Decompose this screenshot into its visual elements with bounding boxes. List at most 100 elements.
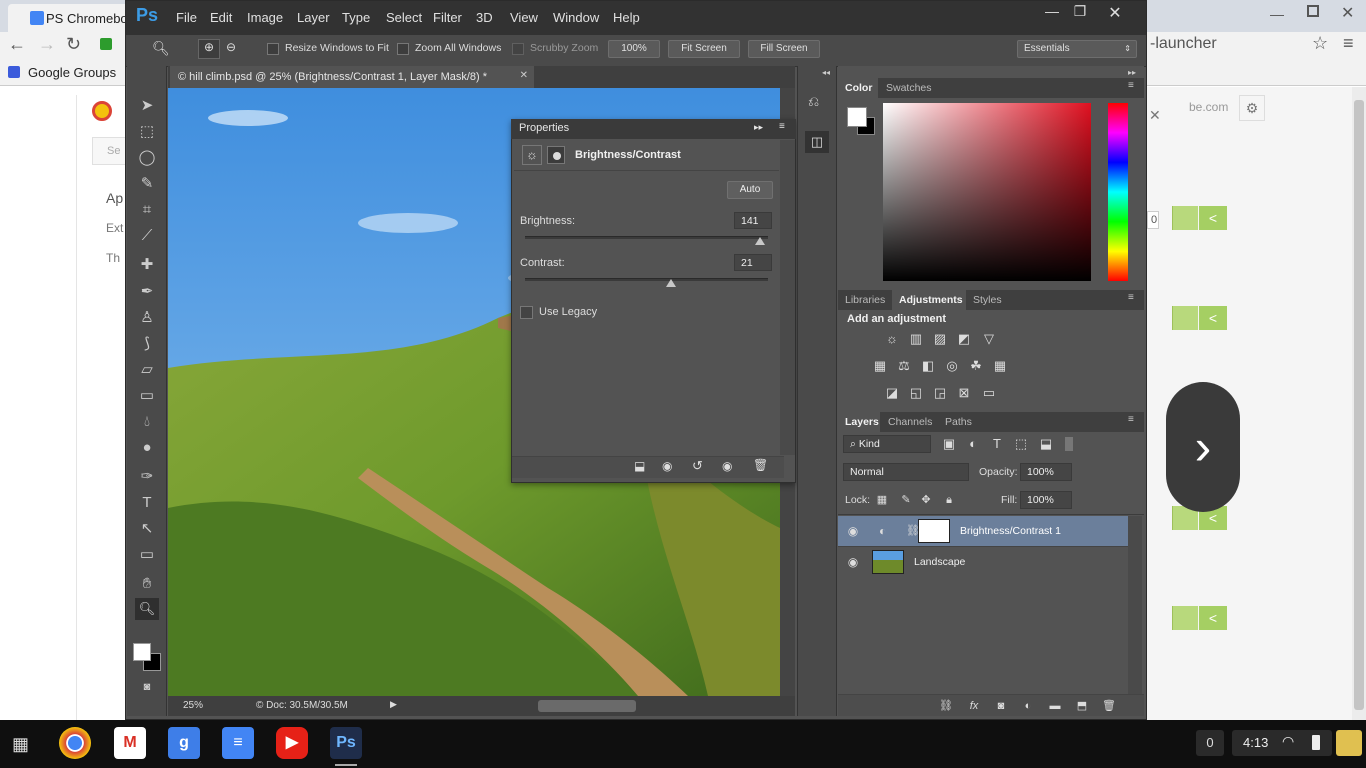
visibility-icon[interactable]: ◉ — [722, 459, 732, 473]
gradient-map-adj-icon[interactable]: ▭ — [980, 384, 998, 402]
page-item-1[interactable]: Ext — [106, 221, 123, 235]
tab-adjustments[interactable]: Adjustments — [899, 294, 963, 306]
menu-filter[interactable]: Filter — [433, 10, 462, 25]
docs-app-icon[interactable]: ≡ — [222, 727, 254, 759]
history-icon[interactable]: ⎌ — [808, 93, 819, 110]
panel-menu-icon[interactable]: ≡ — [1128, 292, 1134, 303]
close-icon[interactable]: ✕ — [520, 70, 528, 81]
eye-icon[interactable]: ◉ — [845, 523, 861, 539]
pen-tool-icon[interactable]: ✑ — [136, 466, 158, 488]
vibrance-adj-icon[interactable]: ▽ — [980, 330, 998, 348]
settings-gear-icon[interactable]: ⚙ — [1239, 95, 1265, 121]
share-icon[interactable]: < — [1199, 206, 1227, 230]
link-layers-icon[interactable]: ⛓︎ — [937, 697, 955, 715]
posterize-adj-icon[interactable]: ◱ — [907, 384, 925, 402]
layers-scrollbar[interactable] — [1128, 516, 1142, 694]
gmail-app-icon[interactable]: M — [114, 727, 146, 759]
new-layer-icon[interactable]: ⬒ — [1073, 697, 1091, 715]
menu-layer[interactable]: Layer — [297, 10, 330, 25]
layer-name[interactable]: Brightness/Contrast 1 — [960, 525, 1061, 537]
brightness-adj-icon[interactable]: ☼ — [883, 330, 901, 348]
menu-image[interactable]: Image — [247, 10, 283, 25]
tab-color[interactable]: Color — [845, 82, 872, 94]
fill-input[interactable]: 100% — [1020, 491, 1072, 509]
fg-color-swatch[interactable] — [847, 107, 867, 127]
tab-paths[interactable]: Paths — [945, 416, 972, 428]
crop-tool-icon[interactable]: ⌗ — [136, 199, 158, 221]
filter-toggle[interactable] — [1065, 437, 1073, 451]
next-arrow-icon[interactable]: › — [1166, 382, 1240, 512]
address-tail[interactable]: -launcher — [1150, 35, 1217, 53]
menu-view[interactable]: View — [510, 10, 538, 25]
canvas-horizontal-scroll-thumb[interactable] — [538, 700, 636, 712]
play-icon[interactable]: ▶ — [390, 699, 397, 710]
collapse-icon[interactable]: ▸▸ — [754, 122, 763, 133]
brightness-knob[interactable] — [754, 237, 765, 245]
zoom-100-button[interactable]: 100% — [608, 40, 660, 58]
filter-smart-icon[interactable]: ⬓ — [1037, 435, 1055, 453]
forward-icon[interactable]: → — [38, 34, 56, 55]
tab-layers[interactable]: Layers — [845, 416, 879, 428]
shape-tool-icon[interactable]: ▭ — [136, 544, 158, 566]
eye-icon[interactable]: ◉ — [845, 554, 861, 570]
layer-thumbnail[interactable] — [872, 550, 904, 574]
path-select-icon[interactable]: ↖ — [136, 518, 158, 540]
new-adjustment-icon[interactable]: ◐ — [1019, 697, 1037, 715]
menu-type[interactable]: Type — [342, 10, 370, 25]
back-icon[interactable]: ← — [8, 34, 26, 55]
page-search[interactable]: Se — [92, 137, 126, 165]
zoom-in-icon[interactable]: ⊕ — [198, 39, 220, 59]
lock-transparency-icon[interactable]: ▦ — [873, 491, 891, 509]
layer-mask-thumbnail[interactable] — [918, 519, 950, 543]
share-icon[interactable]: < — [1199, 306, 1227, 330]
filter-adjustment-icon[interactable]: ◐ — [964, 435, 982, 453]
filter-shape-icon[interactable]: ⬚ — [1012, 435, 1030, 453]
menu-3d[interactable]: 3D — [476, 10, 493, 25]
workspace-dropdown[interactable]: Essentials ⇕ — [1017, 40, 1137, 58]
google-search-app-icon[interactable]: g — [168, 727, 200, 759]
contrast-slider[interactable] — [525, 278, 768, 281]
brightness-input[interactable]: 141 — [734, 212, 772, 229]
history-brush-icon[interactable]: ⟆ — [136, 333, 158, 355]
trash-icon[interactable]: 🗑︎ — [753, 458, 768, 472]
lock-position-icon[interactable]: ✥ — [917, 491, 935, 509]
clip-to-layer-icon[interactable]: ⬓ — [634, 459, 645, 473]
new-group-icon[interactable]: ▬ — [1046, 697, 1064, 715]
mask-icon[interactable] — [547, 146, 565, 164]
exposure-adj-icon[interactable]: ◩ — [955, 330, 973, 348]
black-white-adj-icon[interactable]: ◧ — [919, 357, 937, 375]
chrome-maximize[interactable] — [1307, 5, 1319, 17]
hand-tool-icon[interactable]: ✋︎ — [136, 573, 158, 595]
reset-icon[interactable]: ↺ — [692, 458, 703, 474]
filter-type-icon[interactable]: T — [988, 435, 1006, 453]
levels-adj-icon[interactable]: ▥ — [907, 330, 925, 348]
auto-button[interactable]: Auto — [727, 181, 773, 199]
quick-select-tool-icon[interactable]: ✎ — [136, 173, 158, 195]
contrast-knob[interactable] — [665, 279, 676, 287]
install-button[interactable] — [1172, 306, 1198, 330]
chrome-minimize[interactable]: — — [1270, 6, 1284, 22]
youtube-app-icon[interactable]: ▶ — [276, 727, 308, 759]
page-item-2[interactable]: Th — [106, 251, 120, 265]
contrast-input[interactable]: 21 — [734, 254, 772, 271]
brightness-slider[interactable] — [525, 236, 768, 239]
zoom-level[interactable]: 25% — [183, 700, 203, 711]
menu-help[interactable]: Help — [613, 10, 640, 25]
type-tool-icon[interactable]: T — [136, 492, 158, 514]
properties-dock-icon[interactable]: ◫ — [805, 131, 829, 153]
menu-window[interactable]: Window — [553, 10, 599, 25]
layer-name[interactable]: Landscape — [914, 556, 965, 568]
tab-styles[interactable]: Styles — [973, 294, 1002, 306]
panel-menu-icon[interactable]: ≡ — [779, 121, 785, 132]
blur-tool-icon[interactable]: 💧︎ — [136, 411, 158, 433]
panel-menu-icon[interactable]: ≡ — [1128, 414, 1134, 425]
color-spectrum-field[interactable] — [883, 103, 1091, 281]
hue-sat-adj-icon[interactable]: ▦ — [871, 357, 889, 375]
curves-adj-icon[interactable]: ▨ — [931, 330, 949, 348]
delete-layer-icon[interactable]: 🗑︎ — [1100, 697, 1118, 715]
page-item-0[interactable]: Ap — [106, 190, 123, 206]
install-button[interactable] — [1172, 606, 1198, 630]
marquee-tool-icon[interactable]: ⬚ — [136, 121, 158, 143]
channel-mixer-adj-icon[interactable]: ☘ — [967, 357, 985, 375]
move-tool-icon[interactable]: ➤ — [136, 95, 158, 117]
